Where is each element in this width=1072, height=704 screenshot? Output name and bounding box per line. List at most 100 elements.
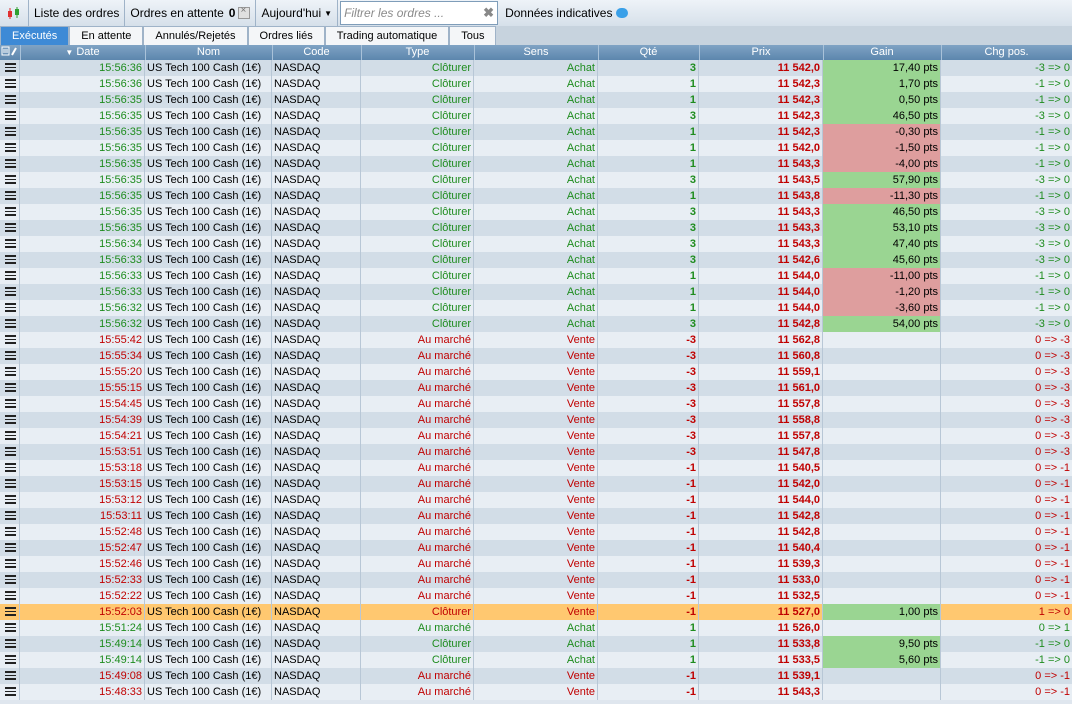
tab-cancelled[interactable]: Annulés/Rejetés (143, 26, 248, 45)
order-detail-icon[interactable] (0, 492, 20, 508)
order-detail-icon[interactable] (0, 268, 20, 284)
pending-orders-button[interactable]: Ordres en attente 0 (125, 0, 257, 26)
order-detail-icon[interactable] (0, 412, 20, 428)
close-icon[interactable] (238, 5, 251, 19)
tab-executed[interactable]: Exécutés (0, 26, 70, 45)
table-row[interactable]: 15:56:35 US Tech 100 Cash (1€) NASDAQ Clôtu… (0, 204, 1072, 220)
info-bubble-icon[interactable] (616, 8, 629, 18)
order-detail-icon[interactable] (0, 364, 20, 380)
order-detail-icon[interactable] (0, 300, 20, 316)
filter-input[interactable]: Filtrer les ordres ... ✖ (340, 1, 499, 25)
order-detail-icon[interactable] (0, 636, 20, 652)
table-row[interactable]: 15:56:35 US Tech 100 Cash (1€) NASDAQ Clôtu… (0, 188, 1072, 204)
period-dropdown[interactable]: Aujourd'hui ▼ (256, 0, 339, 26)
order-detail-icon[interactable] (0, 92, 20, 108)
order-detail-icon[interactable] (0, 124, 20, 140)
table-row[interactable]: 15:55:20 US Tech 100 Cash (1€) NASDAQ Au ma… (0, 364, 1072, 380)
order-detail-icon[interactable] (0, 476, 20, 492)
table-row[interactable]: 15:54:21 US Tech 100 Cash (1€) NASDAQ Au ma… (0, 428, 1072, 444)
order-detail-icon[interactable] (0, 188, 20, 204)
order-detail-icon[interactable] (0, 220, 20, 236)
table-row[interactable]: 15:56:35 US Tech 100 Cash (1€) NASDAQ Clôtu… (0, 172, 1072, 188)
table-row[interactable]: 15:54:39 US Tech 100 Cash (1€) NASDAQ Au ma… (0, 412, 1072, 428)
order-detail-icon[interactable] (0, 140, 20, 156)
order-detail-icon[interactable] (0, 348, 20, 364)
order-list-button[interactable]: Liste des ordres (29, 0, 126, 26)
order-detail-icon[interactable] (0, 332, 20, 348)
table-row[interactable]: 15:52:33 US Tech 100 Cash (1€) NASDAQ Au ma… (0, 572, 1072, 588)
order-detail-icon[interactable] (0, 316, 20, 332)
table-row[interactable]: 15:56:33 US Tech 100 Cash (1€) NASDAQ Clôtu… (0, 252, 1072, 268)
order-detail-icon[interactable] (0, 156, 20, 172)
tab-linked-orders[interactable]: Ordres liés (247, 26, 325, 45)
tab-pending[interactable]: En attente (69, 26, 144, 45)
table-row[interactable]: 15:54:45 US Tech 100 Cash (1€) NASDAQ Au ma… (0, 396, 1072, 412)
order-detail-icon[interactable] (0, 540, 20, 556)
table-row[interactable]: 15:53:51 US Tech 100 Cash (1€) NASDAQ Au ma… (0, 444, 1072, 460)
clear-filter-icon[interactable]: ✖ (483, 5, 494, 21)
column-nom[interactable]: Nom (145, 45, 273, 60)
table-row[interactable]: 15:52:46 US Tech 100 Cash (1€) NASDAQ Au ma… (0, 556, 1072, 572)
column-date[interactable]: ▼ Date (20, 45, 146, 60)
order-detail-icon[interactable] (0, 108, 20, 124)
order-detail-icon[interactable] (0, 556, 20, 572)
table-row[interactable]: 15:53:11 US Tech 100 Cash (1€) NASDAQ Au ma… (0, 508, 1072, 524)
table-row[interactable]: 15:53:18 US Tech 100 Cash (1€) NASDAQ Au ma… (0, 460, 1072, 476)
order-detail-icon[interactable] (0, 236, 20, 252)
table-row[interactable]: 15:56:36 US Tech 100 Cash (1€) NASDAQ Clôtu… (0, 76, 1072, 92)
table-row[interactable]: 15:52:22 US Tech 100 Cash (1€) NASDAQ Au ma… (0, 588, 1072, 604)
order-detail-icon[interactable] (0, 172, 20, 188)
table-row[interactable]: 15:52:03 US Tech 100 Cash (1€) NASDAQ Clôtu… (0, 604, 1072, 620)
table-row[interactable]: 15:56:35 US Tech 100 Cash (1€) NASDAQ Clôtu… (0, 220, 1072, 236)
table-row[interactable]: 15:56:35 US Tech 100 Cash (1€) NASDAQ Clôtu… (0, 92, 1072, 108)
table-row[interactable]: 15:56:35 US Tech 100 Cash (1€) NASDAQ Clôtu… (0, 108, 1072, 124)
order-detail-icon[interactable] (0, 668, 20, 684)
table-row[interactable]: 15:56:33 US Tech 100 Cash (1€) NASDAQ Clôtu… (0, 268, 1072, 284)
order-detail-icon[interactable] (0, 252, 20, 268)
table-row[interactable]: 15:51:24 US Tech 100 Cash (1€) NASDAQ Au ma… (0, 620, 1072, 636)
column-type[interactable]: Type (361, 45, 475, 60)
column-gain[interactable]: Gain (823, 45, 942, 60)
column-chg-pos[interactable]: Chg pos. (941, 45, 1072, 60)
table-row[interactable]: 15:56:34 US Tech 100 Cash (1€) NASDAQ Clôtu… (0, 236, 1072, 252)
table-row[interactable]: 15:52:48 US Tech 100 Cash (1€) NASDAQ Au ma… (0, 524, 1072, 540)
order-detail-icon[interactable] (0, 204, 20, 220)
table-row[interactable]: 15:49:08 US Tech 100 Cash (1€) NASDAQ Au ma… (0, 668, 1072, 684)
order-detail-icon[interactable] (0, 604, 20, 620)
table-row[interactable]: 15:55:34 US Tech 100 Cash (1€) NASDAQ Au ma… (0, 348, 1072, 364)
table-row[interactable]: 15:49:14 US Tech 100 Cash (1€) NASDAQ Clôtu… (0, 636, 1072, 652)
table-row[interactable]: 15:53:15 US Tech 100 Cash (1€) NASDAQ Au ma… (0, 476, 1072, 492)
column-code[interactable]: Code (272, 45, 362, 60)
order-detail-icon[interactable] (0, 460, 20, 476)
order-detail-icon[interactable] (0, 620, 20, 636)
order-detail-icon[interactable] (0, 60, 20, 76)
order-detail-icon[interactable] (0, 396, 20, 412)
order-detail-icon[interactable] (0, 428, 20, 444)
order-detail-icon[interactable] (0, 284, 20, 300)
table-row[interactable]: 15:52:47 US Tech 100 Cash (1€) NASDAQ Au ma… (0, 540, 1072, 556)
column-qte[interactable]: Qté (598, 45, 700, 60)
order-detail-icon[interactable] (0, 524, 20, 540)
order-detail-icon[interactable] (0, 684, 20, 700)
table-row[interactable]: 15:56:35 US Tech 100 Cash (1€) NASDAQ Clôtu… (0, 124, 1072, 140)
table-row[interactable]: 15:56:32 US Tech 100 Cash (1€) NASDAQ Clôtu… (0, 300, 1072, 316)
table-row[interactable]: 15:48:33 US Tech 100 Cash (1€) NASDAQ Au ma… (0, 684, 1072, 700)
column-sens[interactable]: Sens (474, 45, 599, 60)
tab-auto-trading[interactable]: Trading automatique (324, 26, 450, 45)
order-detail-icon[interactable] (0, 380, 20, 396)
table-row[interactable]: 15:56:32 US Tech 100 Cash (1€) NASDAQ Clôtu… (0, 316, 1072, 332)
table-row[interactable]: 15:53:12 US Tech 100 Cash (1€) NASDAQ Au ma… (0, 492, 1072, 508)
tab-all[interactable]: Tous (449, 26, 497, 45)
table-row[interactable]: 15:56:35 US Tech 100 Cash (1€) NASDAQ Clôtu… (0, 140, 1072, 156)
order-detail-icon[interactable] (0, 652, 20, 668)
table-row[interactable]: 15:56:35 US Tech 100 Cash (1€) NASDAQ Clôtu… (0, 156, 1072, 172)
table-row[interactable]: 15:55:42 US Tech 100 Cash (1€) NASDAQ Au ma… (0, 332, 1072, 348)
table-row[interactable]: 15:56:36 US Tech 100 Cash (1€) NASDAQ Clôtu… (0, 60, 1072, 76)
order-detail-icon[interactable] (0, 76, 20, 92)
order-detail-icon[interactable] (0, 508, 20, 524)
order-detail-icon[interactable] (0, 444, 20, 460)
column-prix[interactable]: Prix (699, 45, 824, 60)
column-settings-icon[interactable] (0, 45, 21, 60)
order-detail-icon[interactable] (0, 588, 20, 604)
order-detail-icon[interactable] (0, 572, 20, 588)
